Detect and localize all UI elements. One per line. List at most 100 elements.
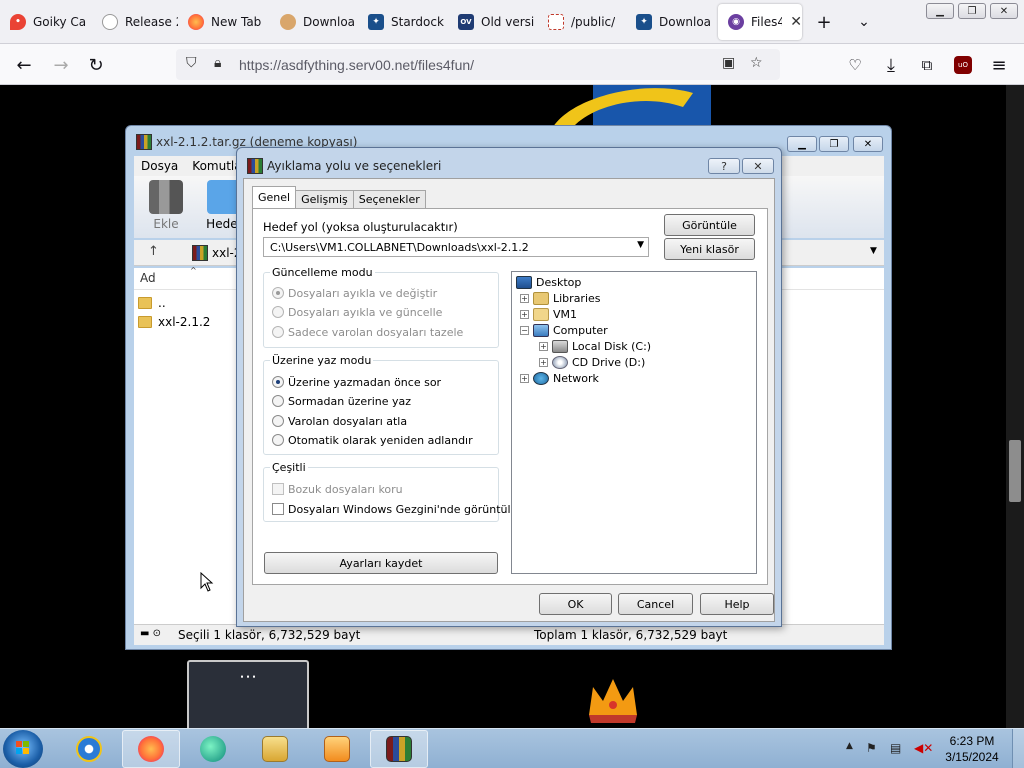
folder-tree[interactable]: Desktop + Libraries + VM1 − Computer + L… [511, 271, 757, 574]
extensions-icon[interactable]: ⧉ [912, 50, 942, 80]
action-center-flag-icon[interactable]: ⚑ [866, 741, 877, 755]
expand-icon[interactable]: + [520, 309, 529, 319]
page-scrollbar[interactable] [1006, 85, 1024, 728]
winrar-minimize-button[interactable]: ▁ [787, 136, 817, 152]
books-icon [149, 180, 183, 214]
combo-dropdown-icon[interactable]: ▼ [637, 240, 644, 250]
target-path-combobox[interactable]: C:\Users\VM1.COLLABNET\Downloads\xxl-2.1… [263, 237, 649, 257]
winrar-maximize-button[interactable]: ❐ [819, 136, 849, 152]
forward-button[interactable]: → [46, 50, 76, 80]
checkbox-keep-broken-files[interactable]: Bozuk dosyaları koru [272, 481, 403, 497]
green-app-icon [200, 736, 226, 762]
radio-ask-before-overwrite[interactable]: Üzerine yazmadan önce sor [272, 374, 441, 390]
cancel-button[interactable]: Cancel [618, 593, 693, 615]
expand-icon[interactable]: + [520, 293, 529, 303]
volume-muted-icon[interactable]: ◀✕ [914, 741, 933, 755]
new-folder-button[interactable]: Yeni klasör [664, 238, 755, 260]
shield-icon[interactable]: ⛉ [186, 55, 197, 71]
back-button[interactable]: ← [9, 50, 39, 80]
radio-rename-automatically[interactable]: Otomatik olarak yeniden adlandır [272, 432, 473, 448]
close-tab-icon[interactable]: ✕ [790, 14, 802, 30]
dialog-title: Ayıklama yolu ve seçenekleri [247, 158, 441, 174]
downloads-icon[interactable]: ⤓ [876, 50, 906, 80]
url-bar[interactable]: ⛉ 🔒︎ https://asdfything.serv00.net/files… [176, 49, 780, 80]
tree-item-network[interactable]: + Network [520, 370, 599, 386]
network-status-icon[interactable]: ▤ [890, 741, 901, 755]
taskbar-firefox[interactable] [122, 730, 180, 768]
clock-time: 6:23 PM [949, 734, 995, 748]
ublock-icon[interactable]: uO [948, 50, 978, 80]
tree-item-computer[interactable]: − Computer [520, 322, 608, 338]
winrar-close-button[interactable]: ✕ [853, 136, 883, 152]
browser-tab[interactable]: /public/ [538, 4, 626, 40]
url-text[interactable]: https://asdfything.serv00.net/files4fun/ [239, 57, 474, 73]
show-hidden-icons-icon[interactable]: ▲ [846, 741, 853, 751]
tree-item-cd-drive[interactable]: + CD Drive (D:) [539, 354, 645, 370]
expand-icon[interactable]: + [539, 357, 548, 367]
tree-item-local-disk[interactable]: + Local Disk (C:) [539, 338, 651, 354]
radio-skip-existing[interactable]: Varolan dosyaları atla [272, 413, 407, 429]
lock-icon[interactable]: 🔒︎ [214, 55, 221, 71]
add-button[interactable]: Ekle [136, 180, 196, 231]
bookmark-star-icon[interactable]: ☆ [750, 55, 763, 71]
checkbox-show-in-explorer[interactable]: Dosyaları Windows Gezgini'nde görüntüle [272, 501, 517, 517]
browser-tab-active[interactable]: ◉ Files4f ✕ [718, 4, 802, 40]
list-tabs-chevron-icon[interactable]: ⌄ [850, 8, 878, 36]
maximize-button[interactable]: ❐ [958, 3, 986, 19]
collapse-icon[interactable]: − [520, 325, 529, 335]
browser-tab[interactable]: OV Old versi [448, 4, 538, 40]
close-button[interactable]: ✕ [990, 3, 1018, 19]
option-label: Dosyaları Windows Gezgini'nde görüntüle [288, 502, 518, 516]
system-clock[interactable]: 6:23 PM 3/15/2024 [940, 733, 1004, 765]
target-path-label: Hedef yol (yoksa oluşturulacaktır) [263, 220, 458, 234]
taskbar-ie[interactable] [60, 730, 118, 768]
taskbar-app-green[interactable] [184, 730, 242, 768]
misc-group: Çeşitli Bozuk dosyaları koru Dosyaları W… [263, 461, 517, 522]
browser-tab[interactable]: Release 2 [92, 4, 178, 40]
new-tab-button[interactable]: + [810, 8, 838, 36]
tab-label: Files4f [751, 15, 783, 29]
browser-tab[interactable]: New Tab [178, 4, 270, 40]
expand-icon[interactable]: + [520, 373, 529, 383]
menu-dosya[interactable]: Dosya [134, 159, 185, 173]
taskbar-explorer[interactable] [246, 730, 304, 768]
browser-tab[interactable]: ✦ Stardock [358, 4, 448, 40]
radio-icon [272, 434, 284, 446]
list-item[interactable]: xxl-2.1.2 [138, 313, 210, 331]
tab-gelismis[interactable]: Gelişmiş [295, 190, 354, 208]
reload-button[interactable]: ↻ [81, 50, 111, 80]
pocket-icon[interactable]: ♡ [840, 50, 870, 80]
list-item-label: xxl-2.1.2 [158, 315, 211, 329]
browser-tab[interactable]: • Goiky Ca [0, 4, 92, 40]
start-button[interactable] [3, 730, 43, 768]
dialog-help-icon[interactable]: ? [708, 158, 740, 174]
expand-icon[interactable]: + [539, 341, 548, 351]
dialog-close-icon[interactable]: ✕ [742, 158, 774, 174]
radio-extract-update[interactable]: Dosyaları ayıkla ve güncelle [272, 304, 442, 320]
save-settings-button[interactable]: Ayarları kaydet [264, 552, 498, 574]
browser-tab[interactable]: Downloa [270, 4, 358, 40]
list-item[interactable]: .. [138, 294, 166, 312]
tree-item-desktop[interactable]: Desktop [516, 274, 581, 290]
tree-item-vm1[interactable]: + VM1 [520, 306, 577, 322]
reader-view-icon[interactable]: ▣ [722, 55, 735, 71]
scrollbar-thumb[interactable] [1009, 440, 1021, 502]
ok-button[interactable]: OK [539, 593, 612, 615]
taskbar-media-player[interactable] [308, 730, 366, 768]
tab-genel[interactable]: Genel [252, 186, 297, 208]
show-button[interactable]: Görüntüle [664, 214, 755, 236]
help-button[interactable]: Help [700, 593, 774, 615]
show-desktop-button[interactable] [1012, 729, 1024, 768]
radio-fresh-existing[interactable]: Sadece varolan dosyaları tazele [272, 324, 463, 340]
menu-icon[interactable]: ≡ [984, 50, 1014, 80]
radio-extract-replace[interactable]: Dosyaları ayıkla ve değiştir [272, 285, 437, 301]
radio-overwrite-without-asking[interactable]: Sormadan üzerine yaz [272, 393, 411, 409]
taskbar-winrar[interactable] [370, 730, 428, 768]
tree-item-libraries[interactable]: + Libraries [520, 290, 601, 306]
hard-disk-icon [552, 339, 568, 353]
minimize-button[interactable]: ▁ [926, 3, 954, 19]
up-arrow-icon[interactable]: ↑ [148, 244, 159, 259]
browser-tab[interactable]: ✦ Downloa [626, 4, 716, 40]
tab-secenekler[interactable]: Seçenekler [352, 190, 426, 208]
address-dropdown-icon[interactable]: ▼ [870, 246, 877, 256]
